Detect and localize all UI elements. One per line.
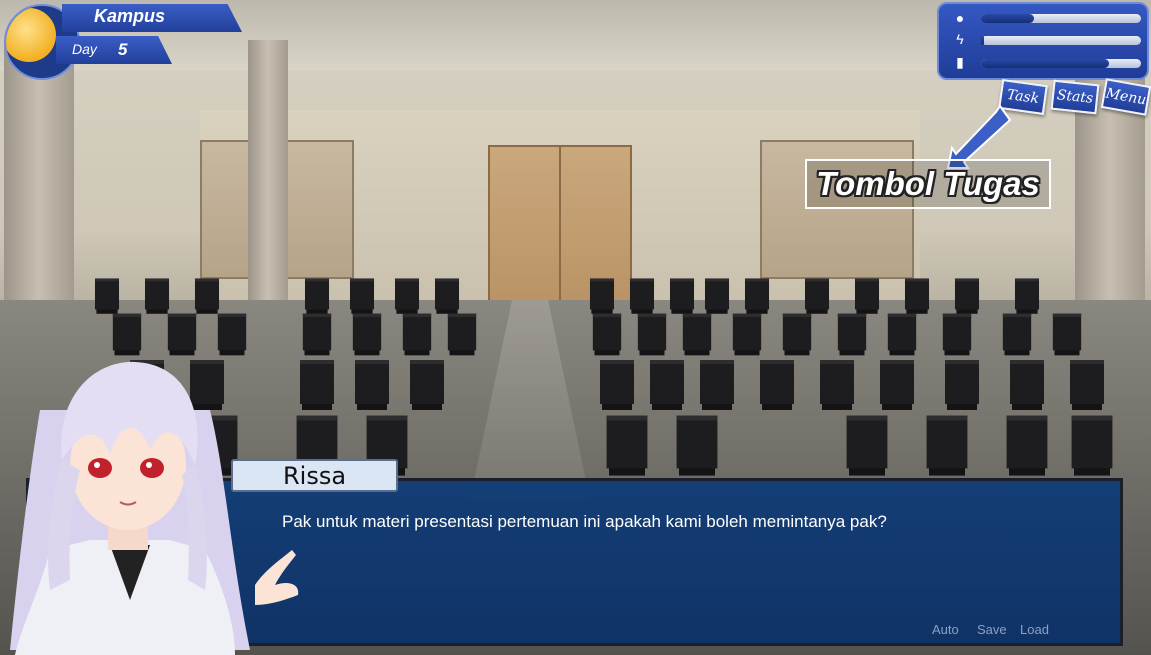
stat-fill-battery: [981, 59, 1109, 68]
chair: [352, 313, 382, 351]
chair: [1006, 415, 1048, 469]
chair: [144, 278, 170, 310]
chair: [782, 313, 812, 351]
chair: [629, 278, 655, 310]
chair: [926, 415, 968, 469]
chair: [355, 360, 389, 404]
chair: [434, 278, 460, 310]
chair: [945, 360, 979, 404]
chair: [217, 313, 247, 351]
chair: [854, 278, 880, 310]
stat-fill-energy: [981, 36, 985, 45]
chair: [600, 360, 634, 404]
chair: [704, 278, 730, 310]
stat-fill-food: [981, 14, 1034, 23]
day-number: 5: [118, 40, 128, 59]
location-name: Kampus: [94, 6, 166, 26]
save-button[interactable]: Save: [977, 622, 1007, 637]
stat-bar-food: [981, 14, 1141, 23]
chair: [1002, 313, 1032, 351]
chair: [820, 360, 854, 404]
chair: [942, 313, 972, 351]
chair: [304, 278, 330, 310]
load-button[interactable]: Load: [1020, 622, 1049, 637]
chair: [94, 278, 120, 310]
chair: [1010, 360, 1044, 404]
energy-icon: ϟ: [956, 31, 964, 47]
chair: [637, 313, 667, 351]
stat-bar-battery: [981, 59, 1141, 68]
location-panel: Kampus Day 5: [0, 0, 250, 80]
chair: [760, 360, 794, 404]
chair: [1052, 313, 1082, 351]
chair: [592, 313, 622, 351]
chair: [676, 415, 718, 469]
chair: [394, 278, 420, 310]
dialogue-text: Pak untuk materi presentasi pertemuan in…: [282, 512, 887, 531]
chair: [837, 313, 867, 351]
stat-bar-energy: [981, 36, 1141, 45]
chair: [804, 278, 830, 310]
chair: [954, 278, 980, 310]
chair: [846, 415, 888, 469]
chair: [402, 313, 432, 351]
battery-icon: ▮: [956, 54, 964, 70]
character-rissa: [10, 361, 299, 655]
chair: [1071, 415, 1113, 469]
chair: [112, 313, 142, 351]
chair: [1014, 278, 1040, 310]
chair: [732, 313, 762, 351]
chair: [447, 313, 477, 351]
chair: [682, 313, 712, 351]
chair: [194, 278, 220, 310]
chair: [650, 360, 684, 404]
chair: [1070, 360, 1104, 404]
food-icon: ●: [955, 10, 965, 26]
day-label: Day: [72, 41, 97, 57]
auto-button[interactable]: Auto: [932, 622, 959, 637]
stats-button[interactable]: Stats: [1050, 79, 1100, 115]
chair: [410, 360, 444, 404]
chair: [302, 313, 332, 351]
chair: [744, 278, 770, 310]
stats-panel: ● ϟ ▮: [937, 2, 1149, 80]
chair: [880, 360, 914, 404]
sun-icon: [6, 8, 56, 62]
chair: [589, 278, 615, 310]
annotation-label: Tombol Tugas: [805, 159, 1051, 209]
chair: [700, 360, 734, 404]
speaker-nameplate: Rissa: [231, 459, 398, 492]
chair: [167, 313, 197, 351]
chair: [349, 278, 375, 310]
chair: [669, 278, 695, 310]
chair: [606, 415, 648, 469]
chair: [904, 278, 930, 310]
chair: [887, 313, 917, 351]
